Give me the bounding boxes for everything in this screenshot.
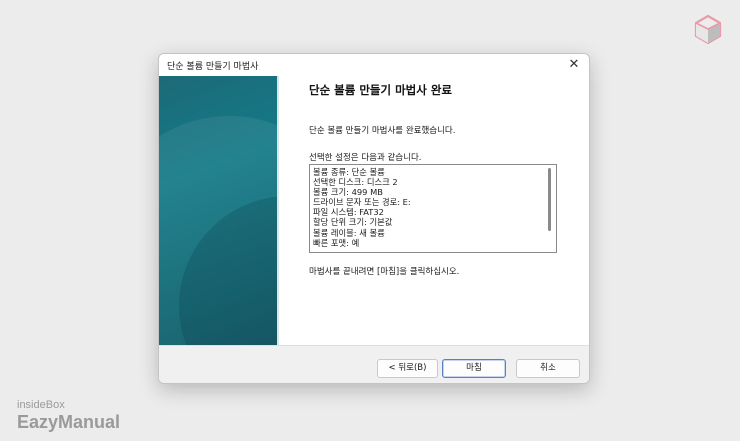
settings-item: 드라이브 문자 또는 경로: E: [313, 197, 411, 208]
brand-line2: EazyManual [17, 412, 121, 432]
back-button[interactable]: < 뒤로(B) [377, 359, 438, 378]
cube-logo-icon [694, 14, 722, 45]
wizard-content: 단순 볼륨 만들기 마법사 완료 단순 볼륨 만들기 마법사를 완료했습니다. … [159, 76, 589, 345]
settings-list-box[interactable]: 볼륨 종류: 단순 볼륨 선택한 디스크: 디스크 2 볼륨 크기: 499 M… [309, 164, 557, 253]
finish-button[interactable]: 마침 [442, 359, 506, 378]
settings-scrollbar[interactable] [548, 168, 551, 231]
settings-item: 빠른 포맷: 예 [313, 237, 360, 248]
settings-item: 볼륨 크기: 499 MB [313, 187, 383, 198]
settings-label: 선택한 설정은 다음과 같습니다. [309, 153, 422, 163]
close-icon[interactable]: ✕ [565, 56, 583, 74]
settings-item: 볼륨 레이블: 새 볼륨 [313, 227, 385, 238]
wizard-dialog: 단순 볼륨 만들기 마법사 ✕ 단순 볼륨 만들기 마법사 완료 단순 볼륨 만… [158, 53, 590, 384]
wizard-side-graphic [159, 76, 277, 345]
finish-hint-text: 마법사를 끝내려면 [마침]을 클릭하십시오. [309, 267, 460, 277]
completed-text: 단순 볼륨 만들기 마법사를 완료했습니다. [309, 126, 456, 136]
brand-line1: insideBox [17, 399, 65, 411]
settings-item: 파일 시스템: FAT32 [313, 207, 384, 218]
cancel-button[interactable]: 취소 [516, 359, 580, 378]
window-title: 단순 볼륨 만들기 마법사 [167, 62, 259, 72]
settings-item: 할당 단위 크기: 기본값 [313, 217, 393, 228]
brand-watermark: insideBox EazyManual [17, 399, 121, 432]
settings-item: 볼륨 종류: 단순 볼륨 [313, 167, 385, 177]
settings-item: 선택한 디스크: 디스크 2 [313, 177, 398, 188]
page-title: 단순 볼륨 만들기 마법사 완료 [309, 83, 452, 97]
side-divider [277, 76, 279, 345]
button-bar: < 뒤로(B) 마침 취소 [159, 345, 589, 383]
title-bar: 단순 볼륨 만들기 마법사 ✕ [159, 54, 589, 76]
